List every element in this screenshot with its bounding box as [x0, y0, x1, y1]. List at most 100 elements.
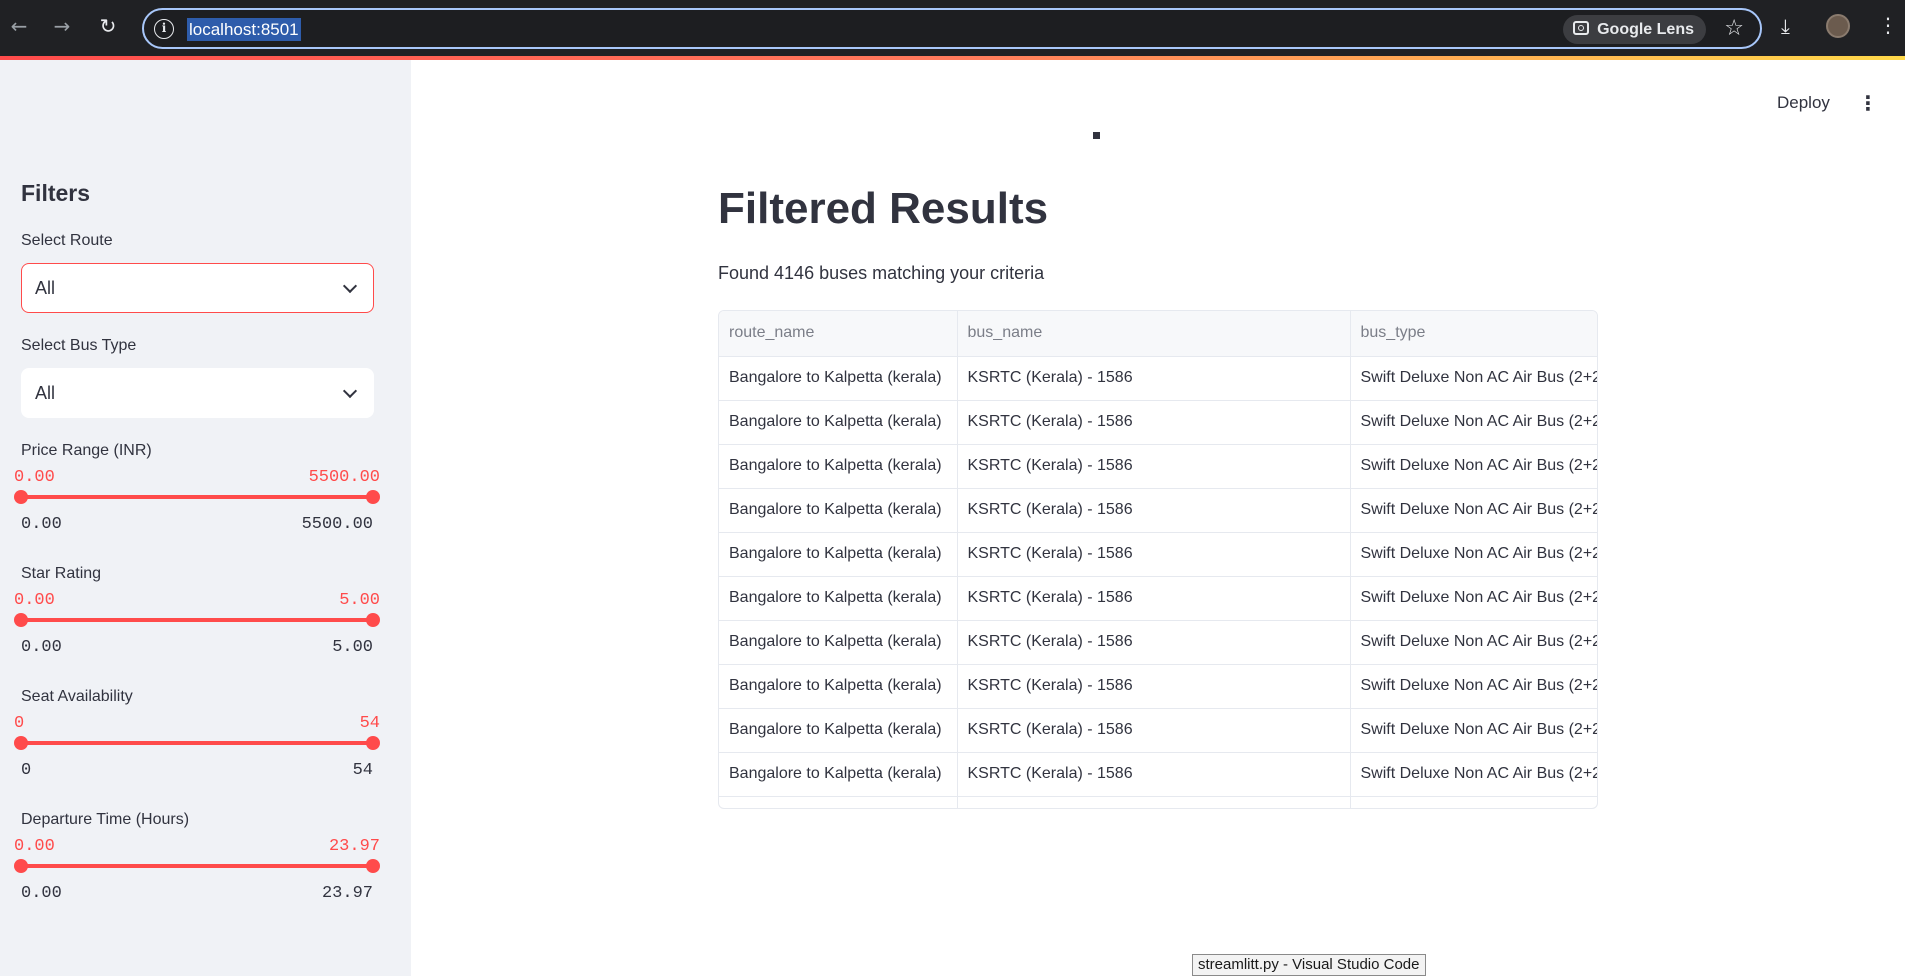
- table-cell[interactable]: KSRTC (Kerala) - 1586: [957, 532, 1351, 577]
- download-icon[interactable]: ⤓: [1781, 14, 1790, 38]
- table-cell[interactable]: KSRTC (Kerala) - 1586: [957, 356, 1351, 401]
- results-table[interactable]: route_name bus_name bus_type Bangalore t…: [718, 310, 1598, 809]
- table-cell[interactable]: Swift Deluxe Non AC Air Bus (2+2): [1350, 400, 1597, 445]
- table-cell[interactable]: Bangalore to Kalpetta (kerala): [719, 356, 958, 401]
- sidebar-title: Filters: [21, 180, 91, 206]
- table-row[interactable]: Bangalore to Kalpetta (kerala)KSRTC (Ker…: [719, 532, 1597, 577]
- table-cell[interactable]: Swift Deluxe Non AC Air Bus (2+2): [1350, 576, 1597, 621]
- bus-type-select-value: All: [35, 383, 56, 403]
- price-slider[interactable]: 0.00 5500.00 0.00 5500.00: [14, 468, 380, 548]
- table-cell[interactable]: Bangalore to Kalpetta (kerala): [719, 752, 958, 797]
- table-cell[interactable]: KSRTC (Kerala) - 1586: [957, 620, 1351, 665]
- table-cell[interactable]: KSRTC (Kerala) - 1586: [957, 488, 1351, 533]
- star-icon[interactable]: ☆: [1724, 16, 1744, 42]
- google-lens-button[interactable]: Google Lens: [1563, 15, 1706, 44]
- seats-handle-min-value: 0: [14, 714, 25, 733]
- departure-track[interactable]: [21, 864, 373, 868]
- column-header[interactable]: bus_type: [1350, 311, 1597, 357]
- google-lens-label: Google Lens: [1597, 21, 1694, 38]
- price-thumb-max[interactable]: [366, 490, 380, 504]
- table-cell[interactable]: KSRTC (Kerala) - 1586: [957, 576, 1351, 621]
- table-cell[interactable]: Bangalore to Kalpetta (kerala): [719, 400, 958, 445]
- table-cell[interactable]: KSRTC (Kerala) - 1586: [957, 400, 1351, 445]
- deploy-button[interactable]: Deploy: [1777, 93, 1830, 113]
- departure-thumb-max[interactable]: [366, 859, 380, 873]
- table-cell[interactable]: Swift Deluxe Non AC Air Bus (2+2): [1350, 620, 1597, 665]
- price-range-min: 0.00: [21, 515, 62, 534]
- main-menu-icon[interactable]: ⋮: [1858, 90, 1878, 116]
- table-cell[interactable]: Bangalore to Kalpetta (kerala): [719, 796, 958, 808]
- rating-track[interactable]: [21, 618, 373, 622]
- table-cell[interactable]: Bangalore to Kalpetta (kerala): [719, 620, 958, 665]
- table-row[interactable]: Bangalore to Kalpetta (kerala)KSRTC (Ker…: [719, 444, 1597, 489]
- departure-range-max: 23.97: [321, 884, 373, 903]
- table-row[interactable]: Bangalore to Kalpetta (kerala)KSRTC (Ker…: [719, 796, 1597, 808]
- table-cell[interactable]: Bangalore to Kalpetta (kerala): [719, 532, 958, 577]
- table-cell[interactable]: Bangalore to Kalpetta (kerala): [719, 708, 958, 753]
- table-row[interactable]: Bangalore to Kalpetta (kerala)KSRTC (Ker…: [719, 576, 1597, 621]
- seats-label: Seat Availability: [21, 688, 133, 705]
- table-cell[interactable]: Swift Deluxe Non AC Air Bus (2+2): [1350, 444, 1597, 489]
- rating-handle-max-value: 5.00: [339, 591, 380, 610]
- table-row[interactable]: Bangalore to Kalpetta (kerala)KSRTC (Ker…: [719, 488, 1597, 533]
- running-indicator: [1093, 132, 1100, 139]
- table-row[interactable]: Bangalore to Kalpetta (kerala)KSRTC (Ker…: [719, 620, 1597, 665]
- back-icon[interactable]: ←: [7, 14, 31, 38]
- table-cell[interactable]: KSRTC (Kerala) - 1586: [957, 664, 1351, 709]
- rating-handle-min-value: 0.00: [14, 591, 55, 610]
- departure-thumb-min[interactable]: [14, 859, 28, 873]
- table-cell[interactable]: Swift Deluxe Non AC Air Bus (2+2): [1350, 796, 1597, 808]
- column-header[interactable]: bus_name: [957, 311, 1351, 357]
- departure-slider[interactable]: 0.00 23.97 0.00 23.97: [14, 837, 380, 917]
- table-cell[interactable]: Swift Deluxe Non AC Air Bus (2+2): [1350, 488, 1597, 533]
- rating-slider[interactable]: 0.00 5.00 0.00 5.00: [14, 591, 380, 671]
- window-tooltip: streamlitt.py - Visual Studio Code: [1192, 954, 1426, 976]
- camera-icon: [1573, 21, 1590, 35]
- browser-toolbar: ← → ↻ i localhost:8501 Google Lens ☆ ⤓ ⋮: [0, 0, 1905, 56]
- address-bar[interactable]: i localhost:8501 Google Lens ☆: [142, 8, 1762, 49]
- seats-track[interactable]: [21, 741, 373, 745]
- table-cell[interactable]: KSRTC (Kerala) - 1586: [957, 708, 1351, 753]
- seats-slider[interactable]: 0 54 0 54: [14, 714, 380, 794]
- forward-icon[interactable]: →: [50, 14, 74, 38]
- route-select[interactable]: All: [21, 263, 374, 313]
- rating-range-max: 5.00: [332, 638, 373, 657]
- price-thumb-min[interactable]: [14, 490, 28, 504]
- departure-range-min: 0.00: [21, 884, 62, 903]
- page-title: Filtered Results: [718, 184, 1049, 233]
- url-text[interactable]: localhost:8501: [187, 18, 301, 41]
- table-cell[interactable]: Swift Deluxe Non AC Air Bus (2+2): [1350, 532, 1597, 577]
- departure-handle-max-value: 23.97: [328, 837, 380, 856]
- kebab-icon[interactable]: ⋮: [1878, 13, 1898, 37]
- results-count: Found 4146 buses matching your criteria: [718, 263, 1045, 283]
- info-icon[interactable]: i: [154, 19, 174, 39]
- table-cell[interactable]: Bangalore to Kalpetta (kerala): [719, 576, 958, 621]
- rating-thumb-min[interactable]: [14, 613, 28, 627]
- table-cell[interactable]: KSRTC (Kerala) - 1586: [957, 796, 1351, 808]
- rating-thumb-max[interactable]: [366, 613, 380, 627]
- table-cell[interactable]: Swift Deluxe Non AC Air Bus (2+2): [1350, 664, 1597, 709]
- price-range-max: 5500.00: [301, 515, 373, 534]
- table-cell[interactable]: Bangalore to Kalpetta (kerala): [719, 444, 958, 489]
- table-cell[interactable]: Swift Deluxe Non AC Air Bus (2+2): [1350, 708, 1597, 753]
- table-row[interactable]: Bangalore to Kalpetta (kerala)KSRTC (Ker…: [719, 400, 1597, 445]
- table-cell[interactable]: Swift Deluxe Non AC Air Bus (2+2): [1350, 356, 1597, 401]
- table-row[interactable]: Bangalore to Kalpetta (kerala)KSRTC (Ker…: [719, 708, 1597, 753]
- table-cell[interactable]: Bangalore to Kalpetta (kerala): [719, 488, 958, 533]
- table-row[interactable]: Bangalore to Kalpetta (kerala)KSRTC (Ker…: [719, 664, 1597, 709]
- table-row[interactable]: Bangalore to Kalpetta (kerala)KSRTC (Ker…: [719, 356, 1597, 401]
- bus-type-select[interactable]: All: [21, 368, 374, 418]
- seats-range-min: 0: [21, 761, 32, 780]
- column-header[interactable]: route_name: [719, 311, 958, 357]
- table-cell[interactable]: KSRTC (Kerala) - 1586: [957, 752, 1351, 797]
- table-cell[interactable]: KSRTC (Kerala) - 1586: [957, 444, 1351, 489]
- table-cell[interactable]: Bangalore to Kalpetta (kerala): [719, 664, 958, 709]
- table-row[interactable]: Bangalore to Kalpetta (kerala)KSRTC (Ker…: [719, 752, 1597, 797]
- price-track[interactable]: [21, 495, 373, 499]
- table-cell[interactable]: Swift Deluxe Non AC Air Bus (2+2): [1350, 752, 1597, 797]
- reload-icon[interactable]: ↻: [96, 14, 120, 38]
- seats-thumb-min[interactable]: [14, 736, 28, 750]
- table-header-row: route_name bus_name bus_type: [719, 311, 1597, 357]
- seats-thumb-max[interactable]: [366, 736, 380, 750]
- avatar[interactable]: [1826, 14, 1850, 38]
